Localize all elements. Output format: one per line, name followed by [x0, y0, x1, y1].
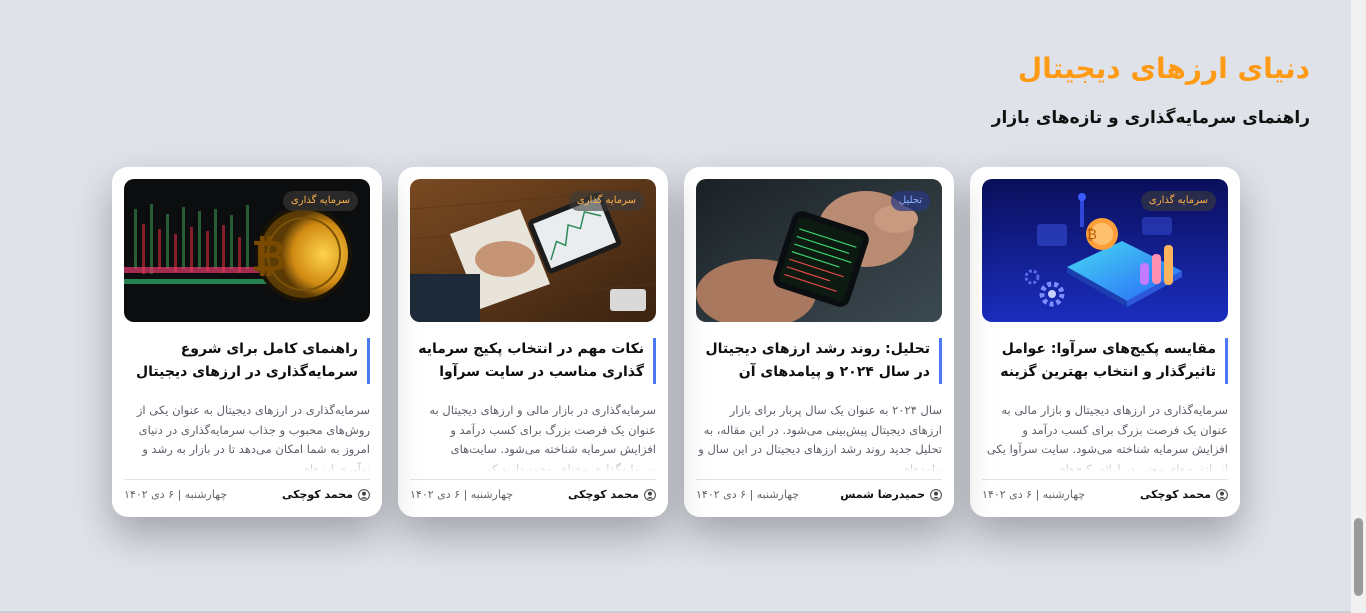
article-excerpt: سرمایه‌گذاری در ارزهای دیجیتال و بازار م…: [984, 401, 1228, 472]
vertical-scrollbar[interactable]: [1351, 0, 1366, 613]
article-title[interactable]: نکات مهم در انتخاب پکیج سرمایه گذاری منا…: [406, 338, 656, 384]
article-image[interactable]: سرمایه گذاری: [410, 179, 656, 322]
publish-date: چهارشنبه | ۶ دی ۱۴۰۲: [410, 488, 514, 501]
author-name: محمد کوچکی: [281, 488, 353, 501]
article-image[interactable]: ₿ سرمایه گذاری: [124, 179, 370, 322]
author: محمد کوچکی: [568, 488, 656, 501]
scrollbar-thumb[interactable]: [1354, 518, 1363, 596]
category-badge[interactable]: سرمایه گذاری: [568, 191, 644, 211]
article-title[interactable]: تحلیل: روند رشد ارزهای دیجیتال در سال ۲۰…: [692, 338, 942, 384]
user-icon: [358, 488, 370, 501]
article-excerpt: سرمایه‌گذاری در بازار مالی و ارزهای دیجی…: [412, 401, 656, 472]
user-icon: [930, 488, 942, 501]
article-image[interactable]: ₿ سرمایه گذاری: [982, 179, 1228, 322]
article-card[interactable]: سرمایه گذاری نکات مهم در انتخاب پکیج سرم…: [398, 167, 668, 517]
article-meta: محمد کوچکی چهارشنبه | ۶ دی ۱۴۰۲: [124, 488, 370, 506]
category-badge[interactable]: تحلیل: [890, 191, 930, 211]
publish-date: چهارشنبه | ۶ دی ۱۴۰۲: [124, 488, 228, 501]
article-card[interactable]: ₿ سرمایه گذاری راهنمای کامل برای شروع سر…: [112, 167, 382, 517]
publish-date: چهارشنبه | ۶ دی ۱۴۰۲: [696, 488, 800, 501]
author-name: حمیدرضا شمس: [840, 488, 925, 501]
article-meta: محمد کوچکی چهارشنبه | ۶ دی ۱۴۰۲: [410, 488, 656, 506]
divider: [982, 479, 1228, 480]
article-image[interactable]: تحلیل: [696, 179, 942, 322]
article-excerpt: سرمایه‌گذاری در ارزهای دیجیتال به عنوان …: [126, 401, 370, 472]
svg-text:₿: ₿: [1087, 227, 1097, 243]
user-icon: [644, 488, 656, 501]
article-card[interactable]: ₿ سرمایه گذاری مقایسه پکیج‌های سرآوا: عو…: [970, 167, 1240, 517]
article-title[interactable]: مقایسه پکیج‌های سرآوا: عوامل تاثیرگذار و…: [978, 338, 1228, 384]
section-title: دنیای ارزهای دیجیتال: [1017, 52, 1310, 85]
category-badge[interactable]: سرمایه گذاری: [1140, 191, 1216, 211]
author-name: محمد کوچکی: [1139, 488, 1211, 501]
divider: [124, 479, 370, 480]
article-excerpt: سال ۲۰۲۴ به عنوان یک سال پربار برای بازا…: [698, 403, 942, 472]
article-title[interactable]: راهنمای کامل برای شروع سرمایه‌گذاری در ا…: [120, 338, 370, 384]
author: محمد کوچکی: [1140, 488, 1228, 501]
article-card[interactable]: تحلیل تحلیل: روند رشد ارزهای دیجیتال در …: [684, 167, 954, 517]
article-meta: محمد کوچکی چهارشنبه | ۶ دی ۱۴۰۲: [982, 488, 1228, 506]
divider: [410, 479, 656, 480]
divider: [696, 479, 942, 480]
svg-text:₿: ₿: [251, 231, 287, 282]
publish-date: چهارشنبه | ۶ دی ۱۴۰۲: [982, 488, 1086, 501]
author-name: محمد کوچکی: [567, 488, 639, 501]
article-meta: حمیدرضا شمس چهارشنبه | ۶ دی ۱۴۰۲: [696, 488, 942, 506]
user-icon: [1216, 488, 1228, 501]
section-subtitle: راهنمای سرمایه‌گذاری و تازه‌های بازار: [991, 108, 1310, 128]
author: محمد کوچکی: [282, 488, 370, 501]
author: حمیدرضا شمس: [840, 488, 942, 501]
category-badge[interactable]: سرمایه گذاری: [282, 191, 358, 211]
